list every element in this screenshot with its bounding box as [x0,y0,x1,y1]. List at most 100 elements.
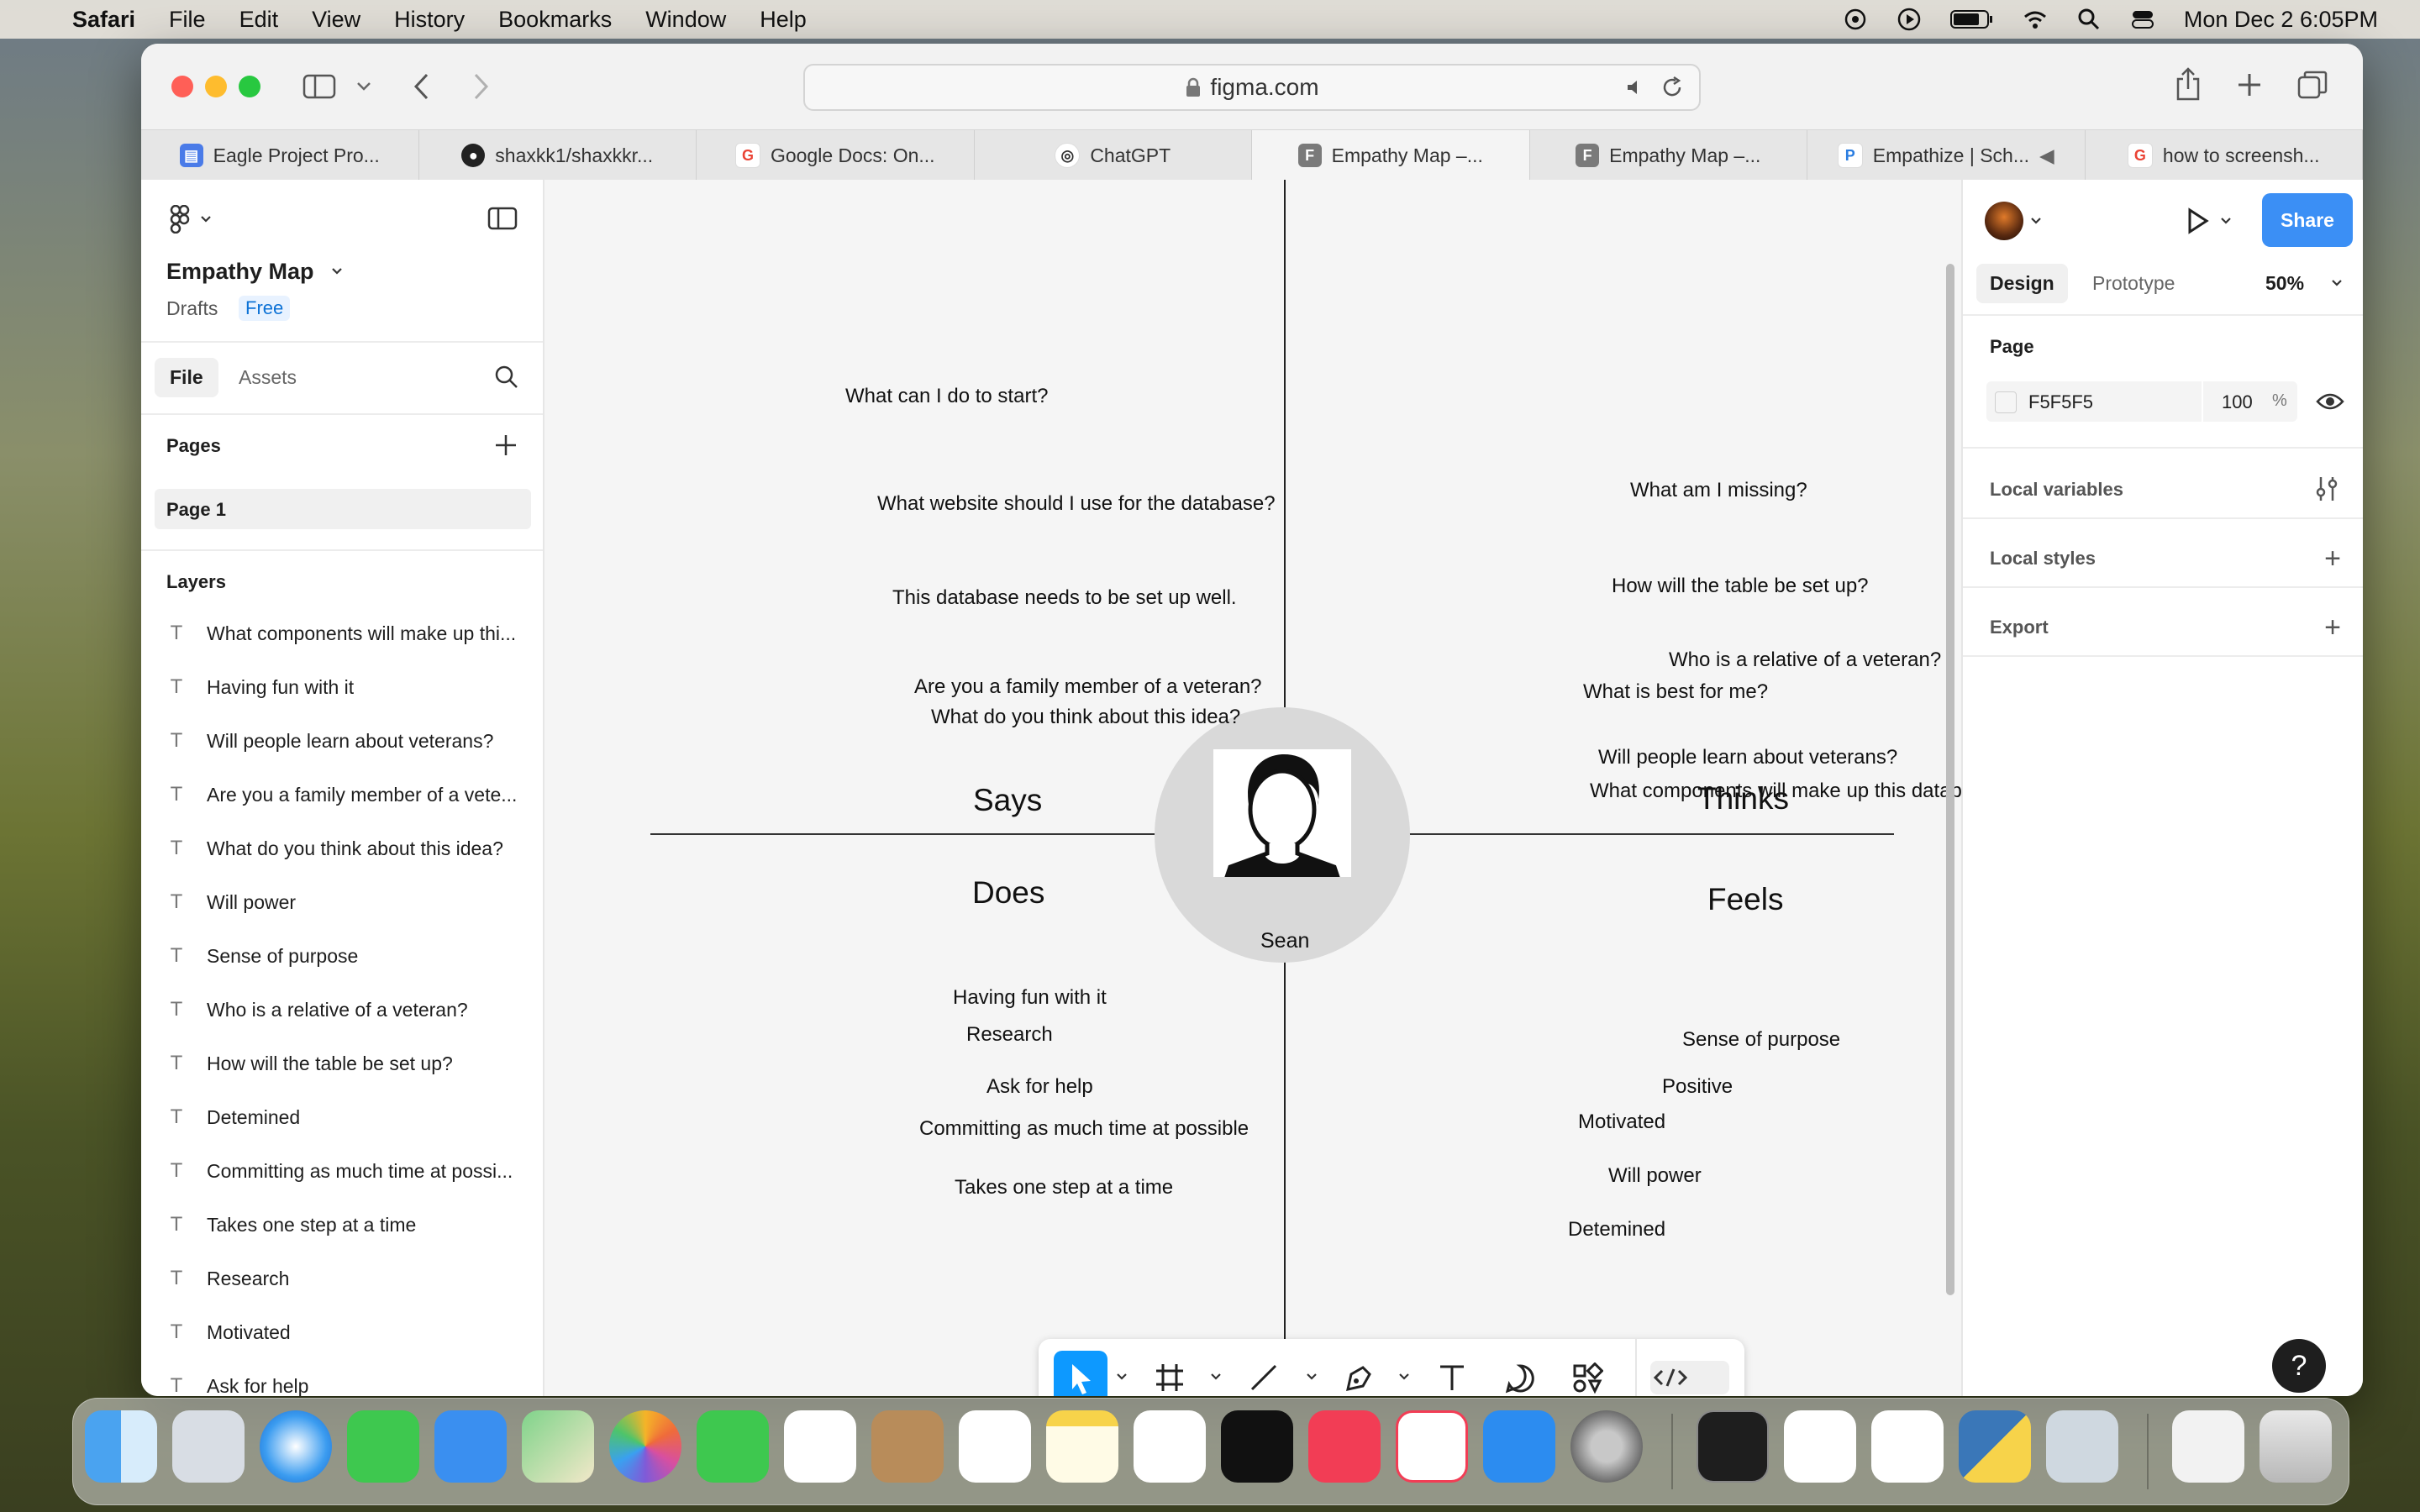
says-note[interactable]: What website should I use for the databa… [877,492,1276,516]
says-note[interactable]: Are you a family member of a veteran? [914,675,1262,699]
browser-tab[interactable]: ● shaxkk1/shaxkkr... [419,130,697,181]
comment-tool-icon[interactable] [1504,1362,1536,1394]
thinks-note[interactable]: What is best for me? [1583,680,1768,704]
wifi-icon[interactable] [2023,7,2048,32]
does-note[interactable]: Committing as much time at possible [919,1117,1249,1141]
browser-tab[interactable]: ▤ Eagle Project Pro... [141,130,419,181]
figma-menu-icon[interactable] [168,205,192,234]
page-color-field[interactable]: F5F5F5 100 % [1986,381,2297,422]
app-store-icon[interactable] [1483,1410,1555,1483]
mail-icon[interactable] [434,1410,507,1483]
tab-assets[interactable]: Assets [239,366,297,389]
calendar-icon[interactable] [784,1410,856,1483]
tab-design[interactable]: Design [1976,264,2068,303]
layer-item[interactable]: T Will people learn about veterans? [166,724,519,758]
components-tool-icon[interactable] [1571,1362,1603,1394]
thinks-note[interactable]: Who is a relative of a veteran? [1669,648,1941,672]
tab-overview-icon[interactable] [2297,71,2328,99]
add-export-icon[interactable]: + [2324,613,2341,642]
feels-note[interactable]: Sense of purpose [1682,1028,1840,1052]
layer-item[interactable]: T Committing as much time at possi... [166,1154,519,1188]
search-icon[interactable] [2076,7,2102,32]
vscode-icon[interactable] [1784,1410,1856,1483]
chevron-down-icon[interactable] [1306,1373,1318,1381]
local-variables-label[interactable]: Local variables [1990,479,2123,501]
menubar-clock[interactable]: Mon Dec 2 6:05PM [2184,7,2378,33]
chatgpt-menubar-icon[interactable] [1843,7,1868,32]
add-style-icon[interactable]: + [2324,544,2341,573]
opacity-value[interactable]: 100 [2222,391,2253,413]
browser-tab[interactable]: Ghow to screensh... [2086,130,2363,181]
browser-tab[interactable]: F Empathy Map –... [1530,130,1807,181]
news-icon[interactable] [1396,1410,1468,1483]
avatar[interactable] [1985,202,2023,240]
layer-item[interactable]: T Takes one step at a time [166,1208,519,1242]
layer-item[interactable]: T Who is a relative of a veteran? [166,993,519,1026]
add-page-icon[interactable] [494,433,518,457]
help-button[interactable]: ? [2272,1339,2326,1393]
share-icon[interactable] [2175,67,2202,101]
layer-item[interactable]: T Motivated [166,1315,519,1349]
sidebar-toggle-icon[interactable] [302,74,336,99]
chatgpt-app-icon[interactable] [1871,1410,1944,1483]
preview-icon[interactable] [2046,1410,2118,1483]
says-note[interactable]: This database needs to be set up well. [892,586,1237,610]
menu-view[interactable]: View [312,7,360,33]
line-tool-icon[interactable] [1249,1362,1279,1393]
tab-file[interactable]: File [155,358,218,397]
reload-icon[interactable] [1660,76,1684,99]
maps-icon[interactable] [522,1410,594,1483]
safari-icon[interactable] [260,1410,332,1483]
layer-item[interactable]: T Detemined [166,1100,519,1134]
persona-name[interactable]: Sean [1260,929,1309,953]
chevron-down-icon[interactable] [2030,217,2042,225]
trash-icon[interactable] [2260,1410,2332,1483]
says-title[interactable]: Says [973,783,1042,818]
contacts-icon[interactable] [871,1410,944,1483]
feels-note[interactable]: Motivated [1578,1110,1665,1134]
frame-tool-icon[interactable] [1155,1362,1185,1393]
close-window-button[interactable] [171,76,193,97]
python-icon[interactable] [1959,1410,2031,1483]
chevron-down-icon[interactable] [200,215,212,223]
notes-icon[interactable] [1046,1410,1118,1483]
plan-badge[interactable]: Free [239,296,291,321]
feels-note[interactable]: Detemined [1568,1218,1665,1242]
says-note[interactable]: What do you think about this idea? [931,706,1240,729]
chevron-down-icon[interactable] [1116,1373,1128,1381]
thinks-note[interactable]: What components will make up this databa… [1590,780,1961,803]
share-button[interactable]: Share [2262,193,2353,247]
minimize-window-button[interactable] [205,76,227,97]
browser-tab[interactable]: G Google Docs: On... [697,130,975,181]
panel-toggle-icon[interactable] [487,207,518,230]
chevron-down-icon[interactable] [1210,1373,1222,1381]
system-settings-icon[interactable] [1570,1410,1643,1483]
browser-tab-active[interactable]: F Empathy Map –... [1252,130,1530,181]
address-bar[interactable]: figma.com [803,64,1701,111]
file-name[interactable]: Empathy Map [166,259,314,285]
does-note[interactable]: Having fun with it [953,986,1107,1010]
layer-item[interactable]: T Research [166,1262,519,1295]
thinks-note[interactable]: What am I missing? [1630,479,1807,502]
battery-icon[interactable] [1949,8,1994,30]
color-swatch[interactable] [1995,391,2017,413]
persona-avatar[interactable] [1213,749,1351,877]
zoom-window-button[interactable] [239,76,260,97]
layer-item[interactable]: T Sense of purpose [166,939,519,973]
file-location[interactable]: Drafts [166,297,218,320]
layer-item[interactable]: T Will power [166,885,519,919]
freeform-icon[interactable] [1134,1410,1206,1483]
vertical-scrollbar[interactable] [1946,264,1954,1295]
feels-title[interactable]: Feels [1707,882,1783,917]
archive-file-icon[interactable] [2172,1410,2244,1483]
does-note[interactable]: Research [966,1023,1053,1047]
layer-item[interactable]: T How will the table be set up? [166,1047,519,1080]
control-center-icon[interactable] [2130,7,2155,32]
photos-icon[interactable] [609,1410,681,1483]
eye-icon[interactable] [2316,390,2344,413]
new-tab-icon[interactable] [2237,72,2262,97]
menu-history[interactable]: History [394,7,465,33]
thinks-note[interactable]: Will people learn about veterans? [1598,746,1897,769]
back-icon[interactable] [412,72,430,101]
menu-file[interactable]: File [169,7,206,33]
